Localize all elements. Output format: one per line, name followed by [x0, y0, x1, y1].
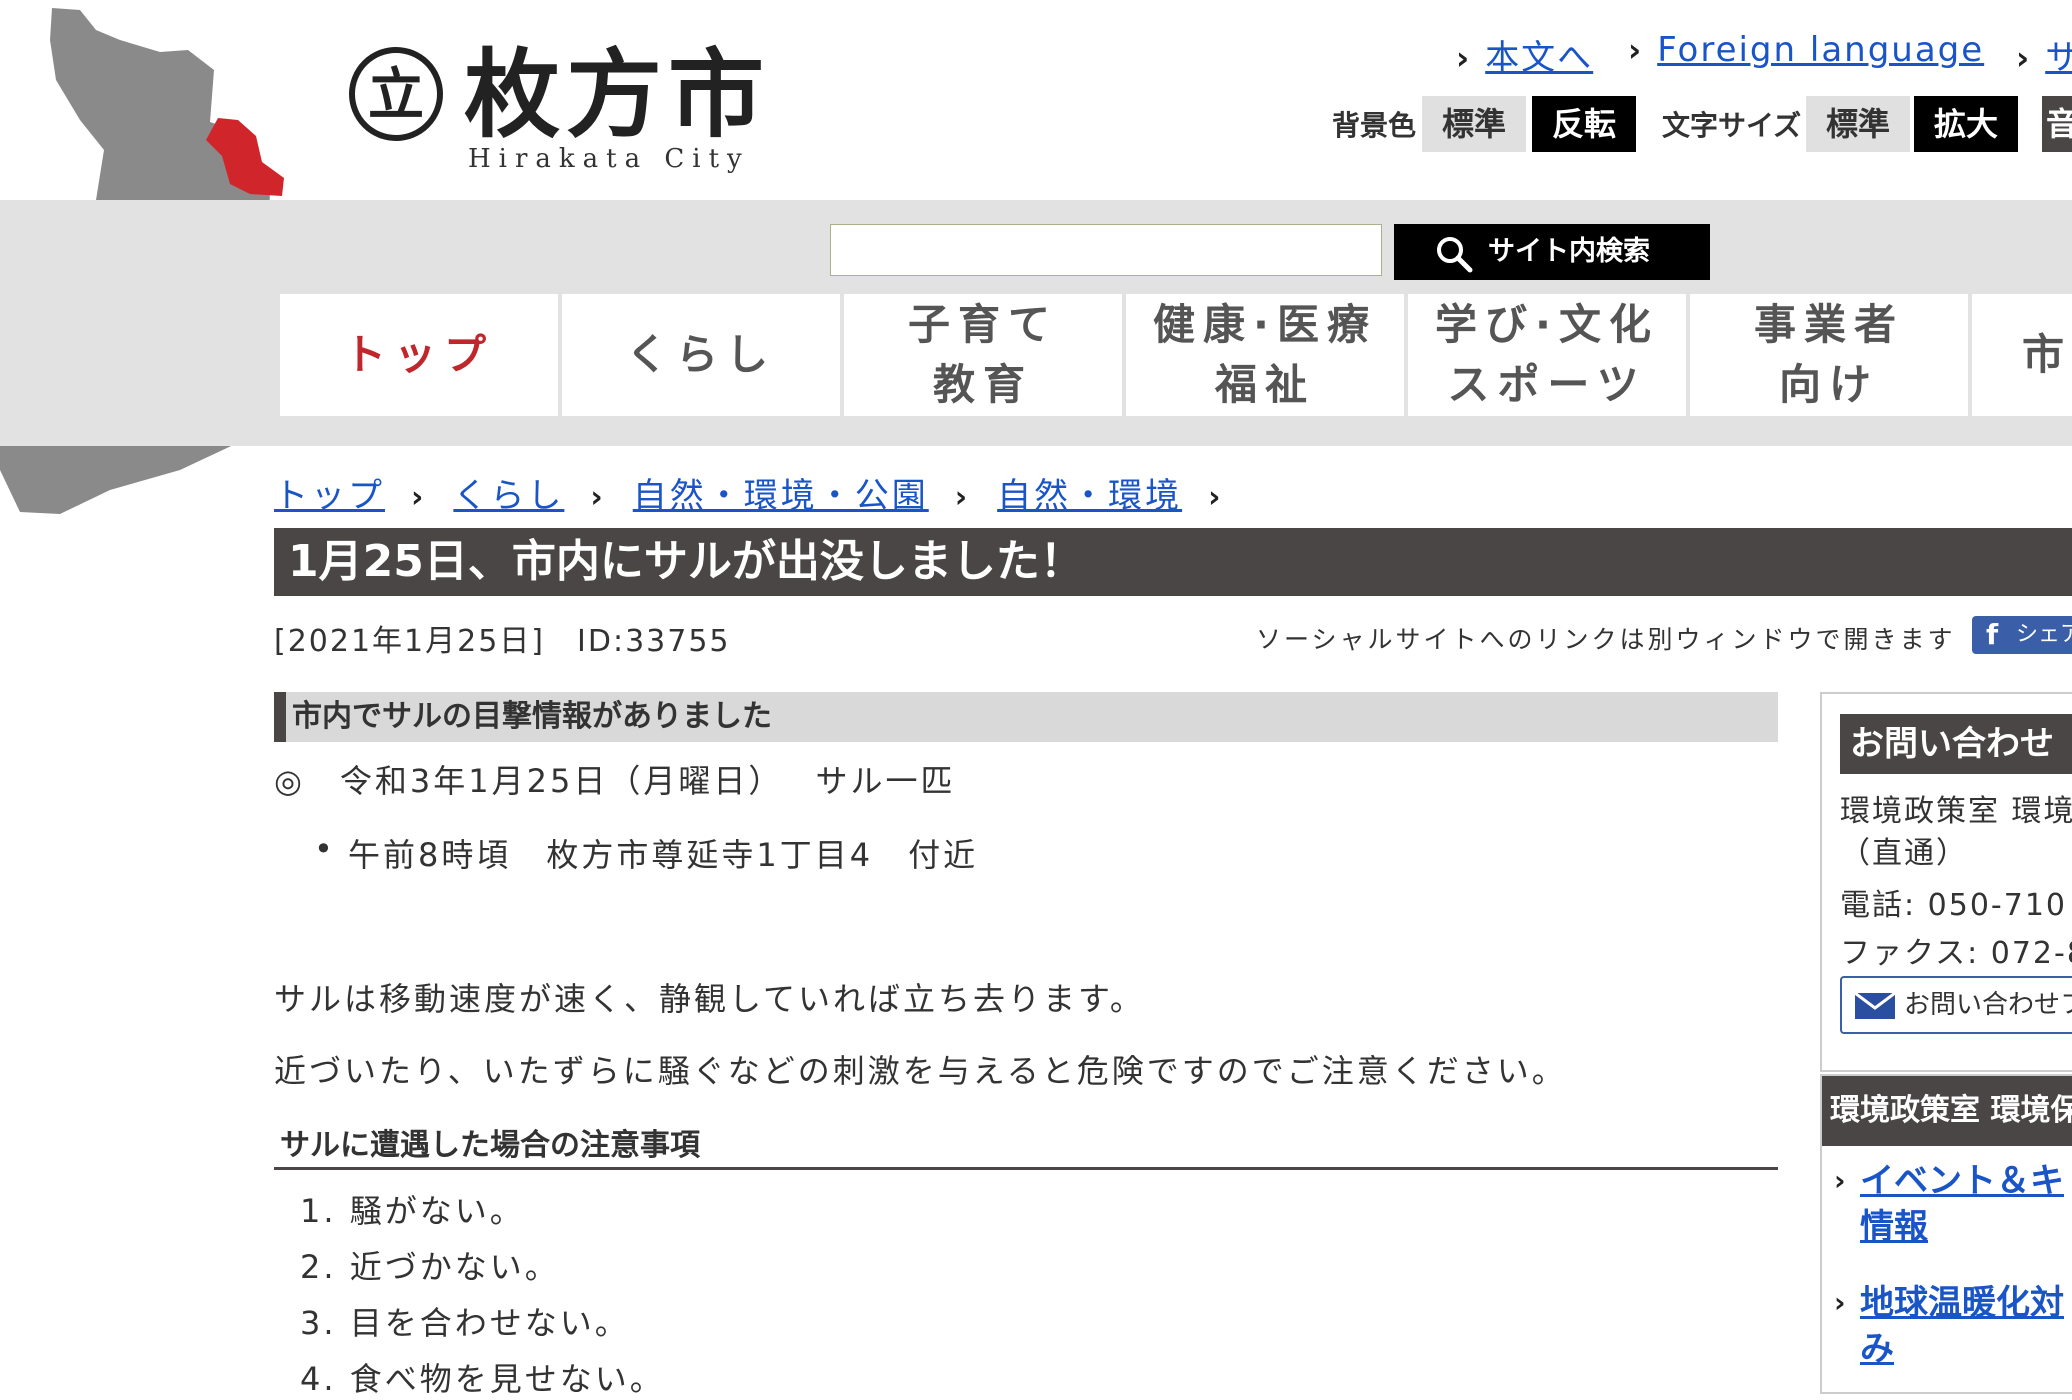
- city-emblem-icon: 立: [349, 47, 443, 141]
- chevron-right-icon: ›: [1456, 39, 1470, 77]
- search-button-label: サイト内検索: [1488, 236, 1650, 267]
- emblem-glyph: 立: [368, 63, 424, 128]
- sighting-date: ◎ 令和3年1月25日（月曜日） サル一匹: [274, 762, 956, 800]
- foreign-language-link[interactable]: Foreign language: [1657, 30, 1984, 70]
- nav-learning-culture-sports[interactable]: 学び·文化スポーツ: [1408, 294, 1686, 416]
- chevron-right-icon: ›: [1834, 1164, 1846, 1197]
- section-heading: 市内でサルの目撃情報がありました: [274, 692, 1778, 742]
- nav-label-line2: 教育: [932, 360, 1033, 409]
- precaution-item: 3. 目を合わせない。: [300, 1304, 630, 1342]
- department-link-global-warming[interactable]: 地球温暖化対 み: [1860, 1280, 2064, 1372]
- breadcrumb-separator: ›: [590, 480, 603, 515]
- share-label: シェア: [2016, 622, 2072, 647]
- nav-childcare-education[interactable]: 子育て 教育: [844, 294, 1122, 416]
- precautions-heading: サルに遭遇した場合の注意事項: [274, 1120, 1778, 1170]
- city-name: 枚方市: [464, 39, 770, 151]
- nav-label: 学び·文化: [1435, 300, 1659, 349]
- advice-paragraph-2: 近づいたり、いたずらに騒ぐなどの刺激を与えると危険ですのでご注意ください。: [274, 1052, 1567, 1090]
- text-size-standard-button[interactable]: 標準: [1806, 96, 1910, 152]
- contact-title: お問い合わせ: [1840, 714, 2072, 774]
- chevron-right-icon: ›: [2016, 39, 2030, 77]
- breadcrumb: トップ › くらし › 自然・環境・公園 › 自然・環境 ›: [274, 468, 1251, 517]
- text-size-enlarge-button[interactable]: 拡大: [1914, 96, 2018, 152]
- breadcrumb-separator: ›: [411, 480, 424, 515]
- background-standard-button[interactable]: 標準: [1422, 96, 1526, 152]
- department-link-line1[interactable]: 地球温暖化対: [1860, 1283, 2064, 1323]
- breadcrumb-link-living[interactable]: くらし: [453, 476, 564, 516]
- chevron-right-icon: ›: [1628, 31, 1642, 69]
- mail-icon: [1854, 992, 1896, 1019]
- nav-label-line2: スポーツ: [1447, 360, 1647, 409]
- sitemap-link-wrap: › サ: [2016, 30, 2072, 79]
- contact-form-button[interactable]: お問い合わせフ: [1840, 976, 2072, 1034]
- department-link-line2[interactable]: 情報: [1860, 1207, 1928, 1247]
- facebook-icon: f: [1986, 618, 1999, 651]
- nav-top[interactable]: トップ: [280, 294, 558, 416]
- department-title: 環境政策室 環境保: [1822, 1076, 2072, 1146]
- nav-label: 事業者: [1753, 300, 1904, 349]
- breadcrumb-link-top[interactable]: トップ: [274, 476, 385, 516]
- department-link-events[interactable]: イベント＆キ 情報: [1860, 1158, 2064, 1250]
- chevron-right-icon: ›: [1834, 1286, 1846, 1319]
- skip-to-content-link-wrap: › 本文へ: [1456, 30, 1593, 79]
- nav-label: 健康·医療: [1153, 300, 1377, 349]
- sighting-bullet: •: [314, 830, 336, 868]
- department-link-line2[interactable]: み: [1860, 1329, 1894, 1369]
- advice-paragraph-1: サルは移動速度が速く、静観していれば立ち去ります。: [274, 980, 1145, 1018]
- background-inverted-button[interactable]: 反転: [1532, 96, 1636, 152]
- city-name-roman: Hirakata City: [468, 144, 750, 174]
- nav-business[interactable]: 事業者 向け: [1690, 294, 1968, 416]
- precaution-item: 1. 騒がない。: [300, 1192, 525, 1230]
- precaution-item: 2. 近づかない。: [300, 1248, 560, 1286]
- nav-health-welfare[interactable]: 健康·医療福祉: [1126, 294, 1404, 416]
- contact-phone: 電話: 050-710: [1840, 888, 2067, 923]
- skip-to-content-link[interactable]: 本文へ: [1485, 38, 1593, 78]
- contact-department: 環境政策室 環境: [1840, 794, 2072, 829]
- read-aloud-button[interactable]: 音: [2042, 96, 2072, 152]
- site-logo[interactable]: 立 枚方市 Hirakata City: [346, 40, 764, 174]
- foreign-language-link-wrap: › Foreign language: [1628, 30, 1984, 70]
- social-link-note: ソーシャルサイトへのリンクは別ウィンドウで開きます: [1256, 625, 1956, 654]
- breadcrumb-link-nature[interactable]: 自然・環境: [997, 476, 1182, 516]
- contact-form-label: お問い合わせフ: [1904, 990, 2072, 1020]
- breadcrumb-link-nature-parks[interactable]: 自然・環境・公園: [633, 476, 929, 516]
- nav-label-line2: 向け: [1778, 360, 1879, 409]
- precaution-item: 4. 食べ物を見せない。: [300, 1360, 665, 1398]
- nav-city-government[interactable]: 市政: [1972, 294, 2072, 416]
- search-icon: [1437, 237, 1473, 273]
- facebook-share-button[interactable]: f シェア: [1972, 616, 2072, 654]
- sighting-location: 午前8時頃 枚方市尊延寺1丁目4 付近: [348, 836, 979, 874]
- nav-living[interactable]: くらし: [562, 294, 840, 416]
- page-title: 1月25日、市内にサルが出没しました！: [274, 528, 2072, 596]
- department-link-line1[interactable]: イベント＆キ: [1860, 1161, 2064, 1201]
- background-color-label: 背景色: [1332, 109, 1417, 142]
- breadcrumb-separator: ›: [1208, 480, 1221, 515]
- breadcrumb-separator: ›: [954, 480, 968, 515]
- nav-label: くらし: [625, 330, 776, 379]
- nav-label-line2: 福祉: [1214, 360, 1315, 409]
- nav-label: 子育て: [907, 300, 1058, 349]
- contact-direct-line: （直通）: [1840, 836, 1968, 871]
- text-size-label: 文字サイズ: [1662, 109, 1802, 142]
- contact-fax: ファクス: 072-8: [1840, 936, 2072, 971]
- sitemap-link[interactable]: サ: [2045, 38, 2072, 78]
- search-input[interactable]: [830, 224, 1382, 276]
- search-button[interactable]: サイト内検索: [1394, 224, 1710, 280]
- nav-label: 市政: [2022, 330, 2072, 379]
- nav-label: トップ: [343, 330, 494, 379]
- publish-date-id: [2021年1月25日] ID:33755: [274, 624, 731, 659]
